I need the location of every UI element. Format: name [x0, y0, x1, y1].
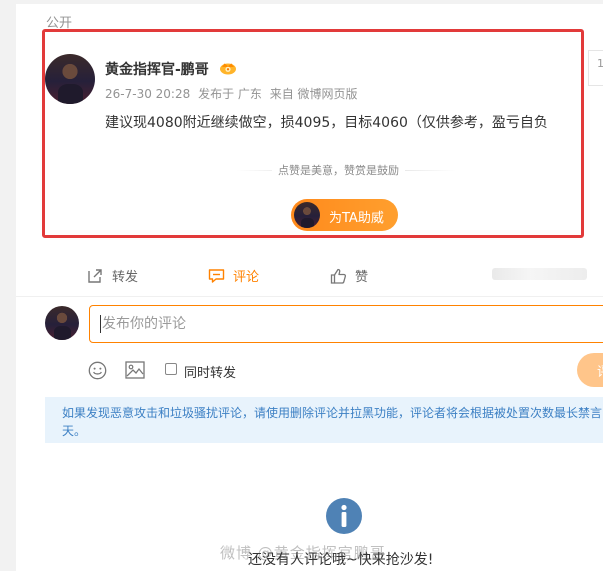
info-icon	[326, 498, 362, 534]
author-name[interactable]: 黄金指挥官-鹏哥	[105, 59, 209, 79]
like-button[interactable]: 赞	[330, 266, 368, 285]
reward-avatar	[294, 202, 320, 228]
post-text: 建议现4080附近继续做空，损4095，目标4060（仅供参考，盈亏自负	[105, 115, 548, 131]
blurred-region	[492, 268, 587, 280]
repost-button[interactable]: 转发	[87, 266, 138, 285]
reward-button-label: 为TA助威	[329, 211, 384, 226]
reward-button[interactable]: 为TA助威	[291, 199, 398, 231]
comment-label: 评论	[233, 270, 260, 285]
like-label: 赞	[355, 270, 369, 285]
repost-label: 转发	[112, 270, 139, 285]
section-divider	[16, 296, 603, 297]
post-source: 来自 微博网页版	[269, 87, 358, 101]
repost-checkbox-label[interactable]: 同时转发	[184, 362, 236, 381]
post-location: 发布于 广东	[198, 87, 262, 101]
repost-icon	[88, 269, 102, 283]
image-icon[interactable]	[125, 361, 145, 379]
emoji-icon[interactable]	[88, 361, 107, 380]
comment-button[interactable]: 评论	[208, 266, 259, 285]
notice-line-1: 如果发现恶意攻击和垃圾骚扰评论，请使用删除评论并拉黑功能，评论者将会根据被处置次…	[62, 406, 603, 420]
weibo-post-page: 公开 黄金指挥官-鹏哥 26-7-30 20:28 发布于 广东 来自 微博网页…	[0, 0, 603, 571]
side-card-stub[interactable]: 1	[588, 50, 603, 86]
post-meta: 26-7-30 20:28 发布于 广东 来自 微博网页版	[105, 85, 362, 102]
comment-icon	[208, 268, 225, 283]
moderation-notice: 如果发现恶意攻击和垃圾骚扰评论，请使用删除评论并拉黑功能，评论者将会根据被处置次…	[45, 397, 603, 443]
comment-input[interactable]	[89, 305, 603, 343]
repost-checkbox[interactable]	[165, 363, 177, 375]
submit-comment-button[interactable]: 评	[577, 353, 603, 387]
current-user-avatar[interactable]	[45, 306, 79, 340]
text-caret	[100, 315, 101, 333]
vip-crown-icon[interactable]	[219, 61, 237, 75]
post-date[interactable]: 26-7-30 20:28	[105, 87, 190, 101]
left-rail	[0, 0, 16, 571]
top-divider	[16, 0, 603, 4]
reward-tagline: 点赞是美意，赞赏是鼓励	[272, 162, 405, 178]
notice-line-2: 天。	[62, 424, 87, 438]
author-avatar[interactable]	[45, 54, 95, 104]
thumbs-up-icon	[330, 268, 347, 284]
empty-comments-message: 还没有人评论哦~快来抢沙发!	[248, 552, 434, 568]
